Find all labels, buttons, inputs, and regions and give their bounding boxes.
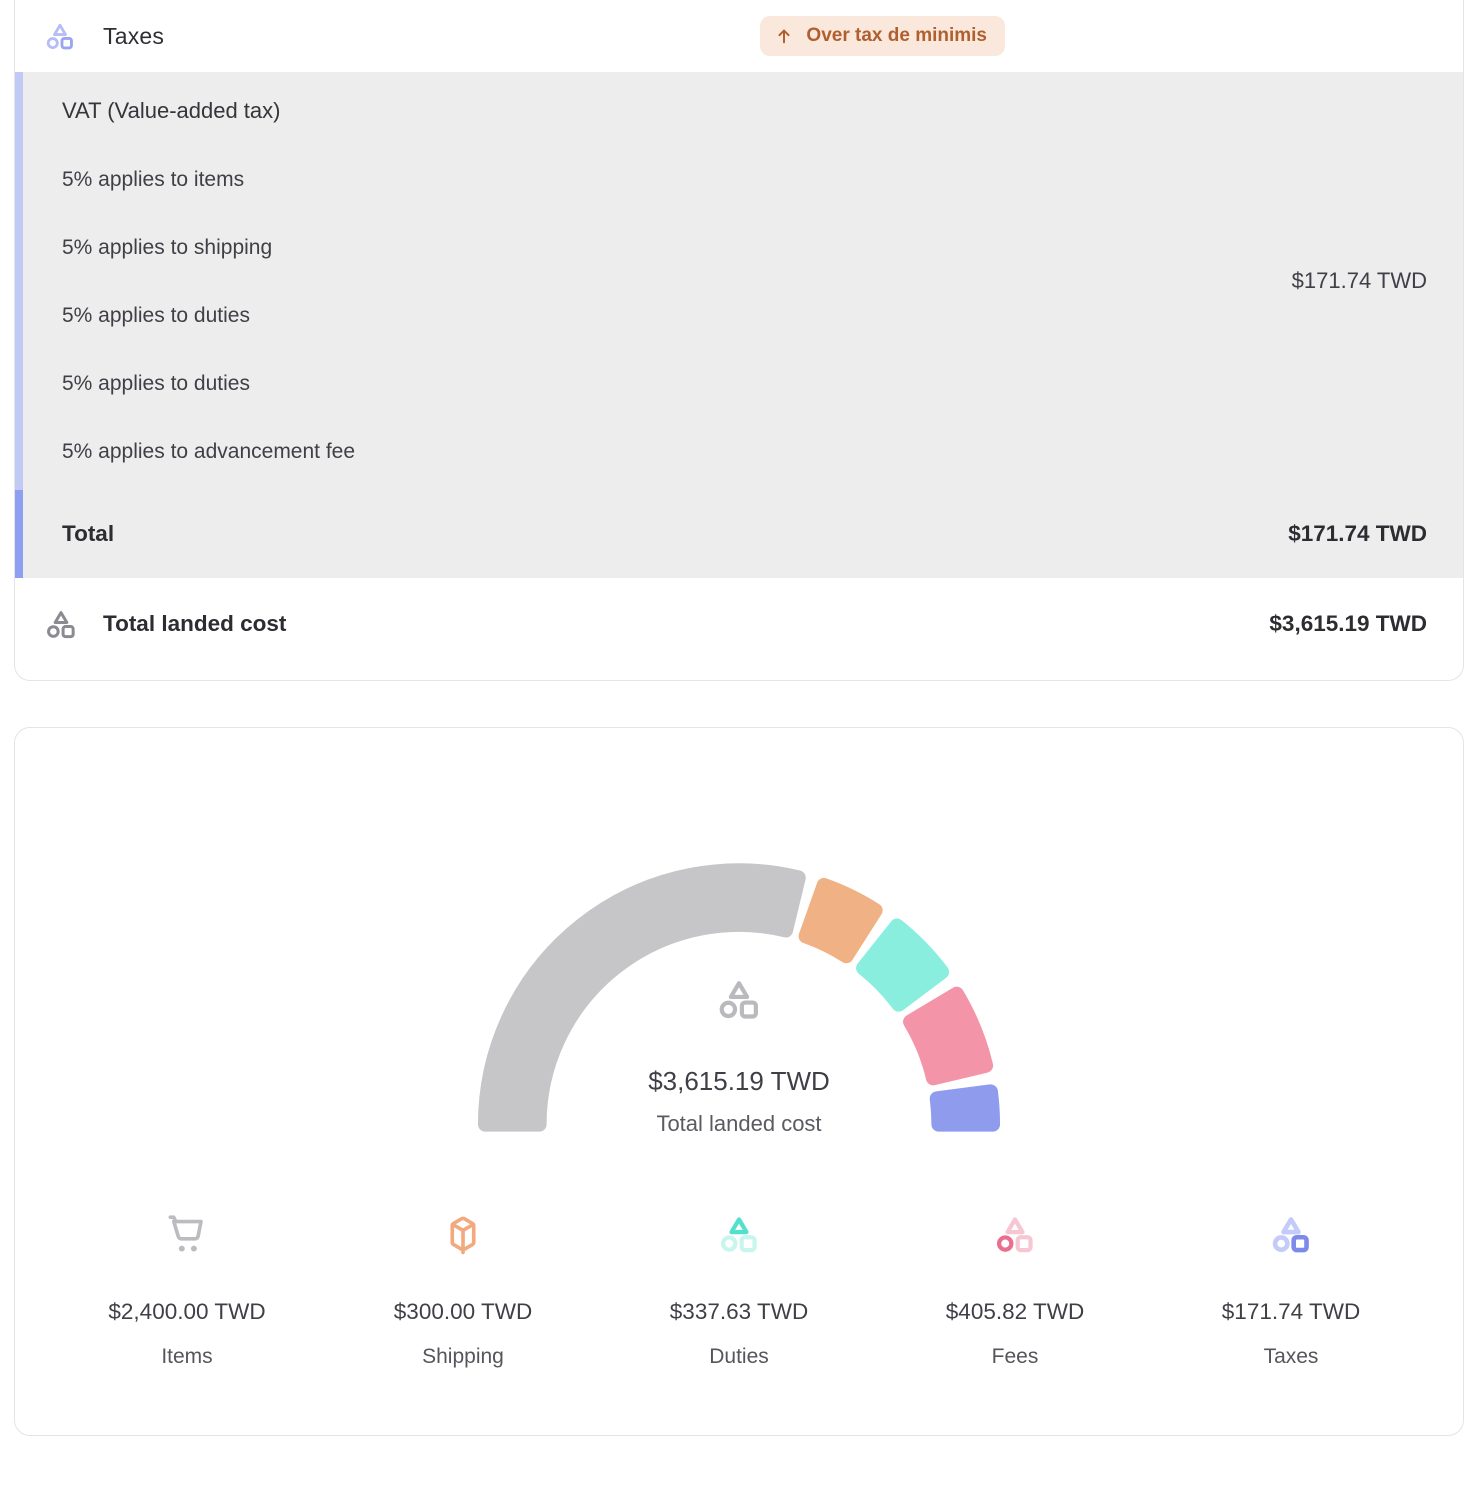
stat-value: $171.74 TWD — [1222, 1299, 1360, 1325]
total-landed-cost-row: Total landed cost $3,615.19 TWD — [15, 578, 1463, 680]
stat-label: Shipping — [422, 1345, 504, 1369]
total-landed-cost-amount: $3,615.19 TWD — [1269, 611, 1427, 637]
shapes-gray-icon — [43, 606, 79, 642]
vat-details: VAT (Value-added tax) 5% applies to item… — [23, 72, 1463, 490]
taxes-header: Taxes Over tax de minimis — [15, 0, 1463, 72]
vat-line: 5% applies to duties — [62, 372, 1427, 396]
cost-legend-row: $2,400.00 TWD Items $300.00 TWD Shipping $33… — [15, 1211, 1463, 1369]
cost-stat-fees: $405.82 TWD Fees — [877, 1211, 1153, 1369]
gauge-svg — [427, 806, 1051, 1139]
shapes-duties-icon — [716, 1211, 762, 1257]
gauge-chart: $3,615.19 TWD Total landed cost — [427, 806, 1051, 1139]
stat-label: Taxes — [1264, 1345, 1319, 1369]
gauge-segment-fees — [910, 994, 986, 1078]
vat-lines: 5% applies to items 5% applies to shippin… — [62, 168, 1427, 464]
accent-bar — [15, 72, 23, 578]
vat-total-row: Total $171.74 TWD — [23, 490, 1463, 578]
arrow-up-icon — [774, 26, 794, 46]
stat-value: $2,400.00 TWD — [108, 1299, 265, 1325]
stat-value: $337.63 TWD — [670, 1299, 808, 1325]
taxes-title: Taxes — [103, 23, 164, 50]
vat-total-amount: $171.74 TWD — [1288, 521, 1427, 547]
stat-label: Fees — [992, 1345, 1039, 1369]
package-icon — [440, 1211, 486, 1257]
cost-breakdown-chart-card: $3,615.19 TWD Total landed cost $2,400.0… — [14, 727, 1464, 1436]
vat-detail-panel: VAT (Value-added tax) 5% applies to item… — [15, 72, 1463, 578]
vat-total-label: Total — [62, 521, 114, 547]
landed-cost-page: Taxes Over tax de minimis VAT (Value-add… — [0, 0, 1478, 1452]
vat-line: 5% applies to shipping — [62, 236, 1427, 260]
vat-line: 5% applies to items — [62, 168, 1427, 192]
shapes-taxes-icon — [43, 19, 77, 53]
cost-stat-items: $2,400.00 TWD Items — [49, 1211, 325, 1369]
badge-label: Over tax de minimis — [806, 25, 987, 47]
taxes-card: Taxes Over tax de minimis VAT (Value-add… — [14, 0, 1464, 681]
stat-label: Items — [161, 1345, 212, 1369]
vat-amount: $171.74 TWD — [1292, 268, 1427, 294]
cart-icon — [164, 1211, 210, 1257]
gauge-segment-items — [485, 871, 798, 1125]
stat-value: $405.82 TWD — [946, 1299, 1084, 1325]
gauge-segment-taxes — [937, 1092, 993, 1125]
cost-stat-duties: $337.63 TWD Duties — [601, 1211, 877, 1369]
over-de-minimis-badge: Over tax de minimis — [760, 16, 1005, 56]
accent-bar-light — [15, 72, 23, 490]
stat-label: Duties — [709, 1345, 769, 1369]
vat-line: 5% applies to advancement fee — [62, 440, 1427, 464]
shapes-taxes-icon — [1268, 1211, 1314, 1257]
vat-line: 5% applies to duties — [62, 304, 1427, 328]
shapes-fees-icon — [992, 1211, 1038, 1257]
stat-value: $300.00 TWD — [394, 1299, 532, 1325]
accent-bar-dark — [15, 490, 23, 578]
cost-stat-taxes: $171.74 TWD Taxes — [1153, 1211, 1429, 1369]
gauge-segment-shipping — [806, 885, 876, 956]
cost-stat-shipping: $300.00 TWD Shipping — [325, 1211, 601, 1369]
vat-heading: VAT (Value-added tax) — [62, 98, 1427, 124]
total-landed-cost-label: Total landed cost — [103, 611, 286, 637]
gauge-segment-duties — [863, 926, 942, 1005]
